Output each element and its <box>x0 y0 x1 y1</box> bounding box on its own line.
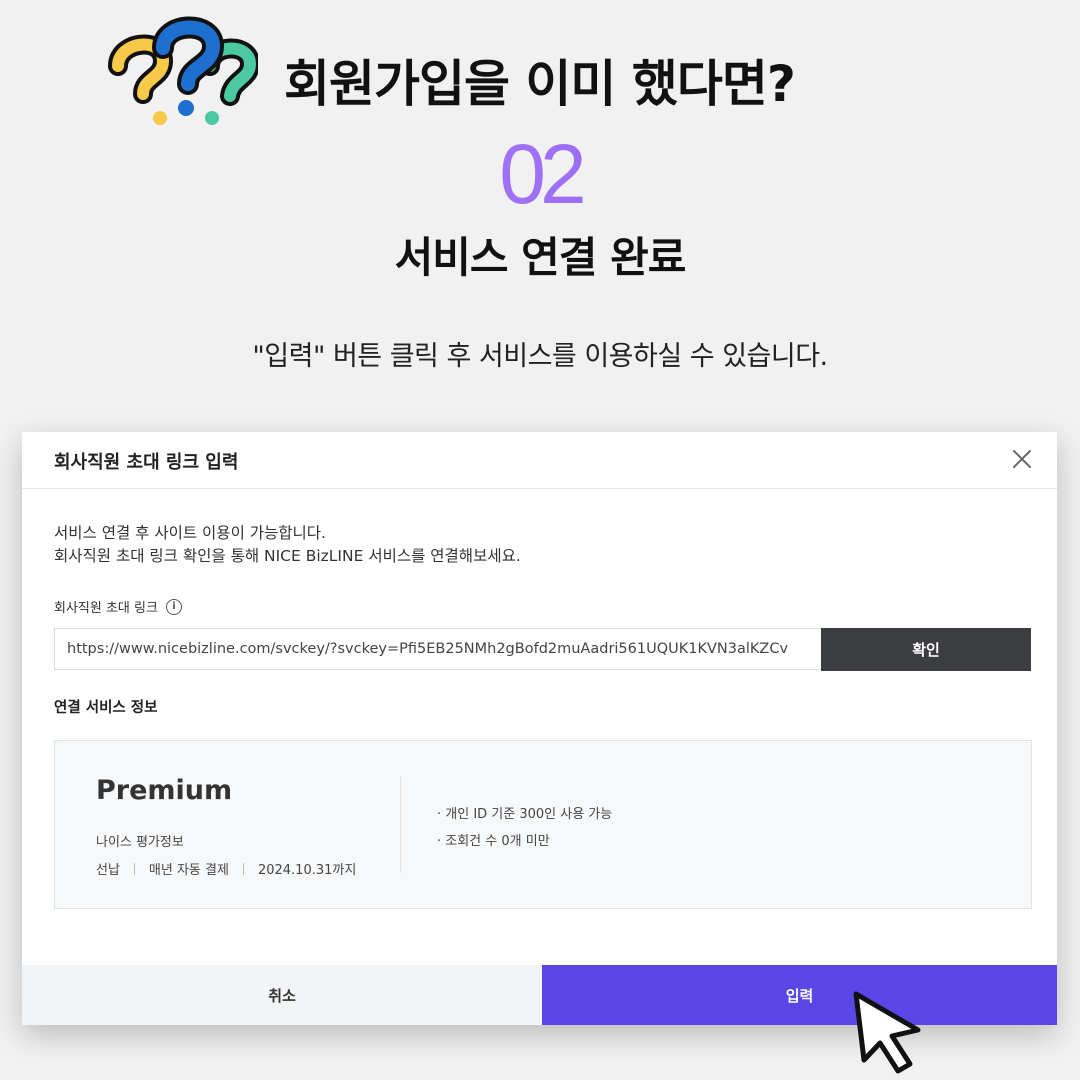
modal-description: 서비스 연결 후 사이트 이용이 가능합니다. 회사직원 초대 링크 확인을 통… <box>54 522 521 568</box>
invite-link-modal: 회사직원 초대 링크 입력 서비스 연결 후 사이트 이용이 가능합니다. 회사… <box>22 432 1057 1025</box>
invite-link-input[interactable] <box>54 628 822 670</box>
question-marks-icon <box>108 16 258 125</box>
meta-divider <box>133 862 135 875</box>
invite-link-label-text: 회사직원 초대 링크 <box>54 601 158 616</box>
payment-type: 선납 <box>96 863 120 878</box>
submit-button[interactable]: 입력 <box>542 965 1057 1025</box>
billing-cycle: 매년 자동 결제 <box>148 863 229 878</box>
confirm-button[interactable]: 확인 <box>821 628 1031 671</box>
expiry-date: 2024.10.31까지 <box>257 863 357 878</box>
modal-header: 회사직원 초대 링크 입력 <box>22 432 1057 489</box>
connected-service-title: 연결 서비스 정보 <box>54 700 158 716</box>
service-info-box: Premium 나이스 평가정보 선납 매년 자동 결제 2024.10.31까… <box>54 740 1032 909</box>
step-title: 서비스 연결 완료 <box>394 233 687 282</box>
box-divider <box>400 777 401 873</box>
plan-meta: 선납 매년 자동 결제 2024.10.31까지 <box>96 859 356 878</box>
page-title: 회원가입을 이미 했다면? <box>284 55 796 113</box>
step-number: 02 <box>0 126 1080 223</box>
feature-item: · 조회건 수 0개 미만 <box>437 834 550 849</box>
plan-features: · 개인 ID 기준 300인 사용 가능 · 조회건 수 0개 미만 <box>437 801 612 855</box>
meta-divider <box>242 862 244 875</box>
invite-link-label: 회사직원 초대 링크 i <box>54 597 182 616</box>
plan-name: Premium <box>96 775 233 806</box>
mouse-cursor-icon <box>853 991 921 1074</box>
description-line-1: 서비스 연결 후 사이트 이용이 가능합니다. <box>54 524 326 542</box>
description-line-2: 회사직원 초대 링크 확인을 통해 NICE BizLINE 서비스를 연결해보… <box>54 547 521 565</box>
instruction-text: "입력" 버튼 클릭 후 서비스를 이용하실 수 있습니다. <box>252 341 828 372</box>
plan-provider: 나이스 평가정보 <box>96 835 184 850</box>
close-icon[interactable] <box>1011 448 1033 470</box>
cancel-button[interactable]: 취소 <box>22 965 542 1025</box>
info-icon[interactable]: i <box>165 598 182 615</box>
feature-item: · 개인 ID 기준 300인 사용 가능 <box>437 807 613 822</box>
modal-title: 회사직원 초대 링크 입력 <box>54 452 239 473</box>
